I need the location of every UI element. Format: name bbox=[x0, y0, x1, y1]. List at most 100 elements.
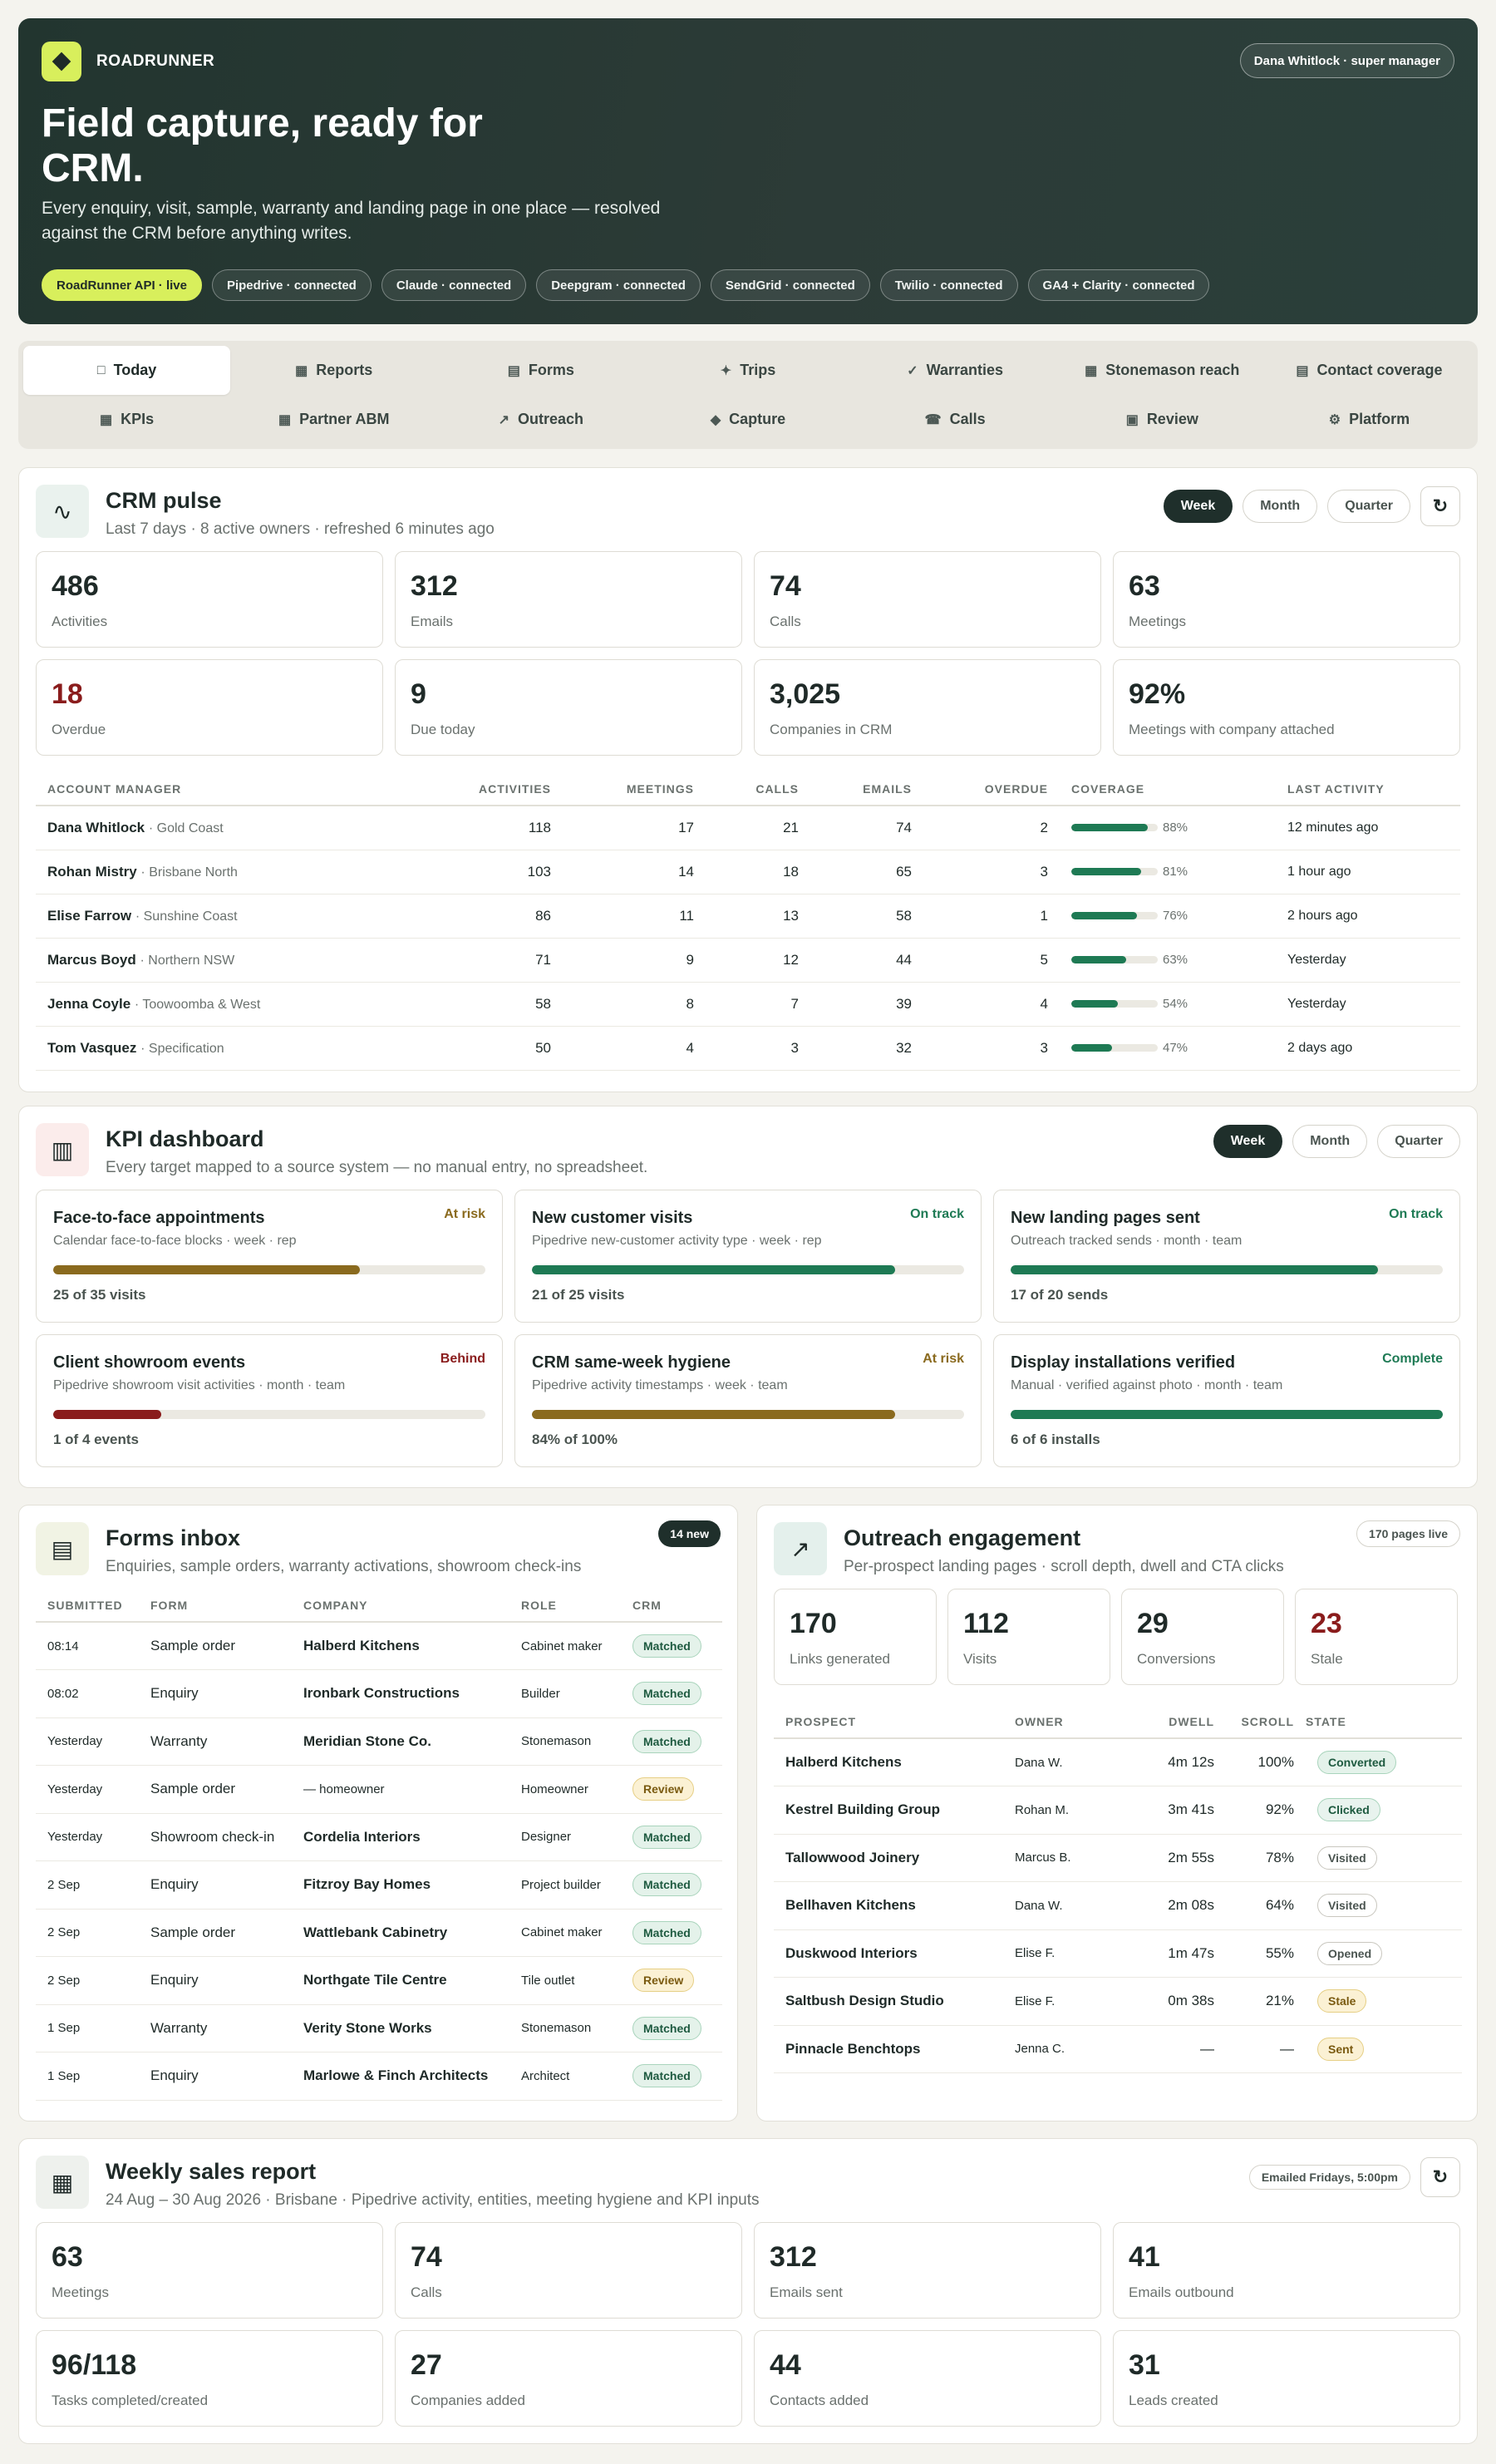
kpi-card[interactable]: Face-to-face appointments Calendar face-t… bbox=[36, 1190, 503, 1323]
stat-tile[interactable]: 96/118 Tasks completed/created bbox=[36, 2330, 383, 2427]
kpi-card[interactable]: CRM same-week hygiene Pipedrive activity … bbox=[514, 1334, 982, 1467]
tab-platform[interactable]: ⚙ Platform bbox=[1266, 395, 1473, 444]
crm-status-badge[interactable]: Matched bbox=[632, 2016, 701, 2040]
tab-capture[interactable]: ◆ Capture bbox=[644, 395, 851, 444]
stat-tile[interactable]: 9 Due today bbox=[395, 659, 742, 756]
crm-status-badge[interactable]: Matched bbox=[632, 2064, 701, 2088]
state-badge[interactable]: Visited bbox=[1317, 1894, 1377, 1918]
tab-kpis[interactable]: ▦ KPIs bbox=[23, 395, 230, 444]
integration-pill[interactable]: SendGrid · connected bbox=[710, 269, 870, 301]
crm-status-badge[interactable]: Matched bbox=[632, 1729, 701, 1753]
period-month-button[interactable]: Month bbox=[1243, 490, 1318, 523]
table-row[interactable]: Saltbush Design Studio Elise F. 0m 38s 21% S… bbox=[774, 1977, 1462, 2026]
stat-tile[interactable]: 92% Meetings with company attached bbox=[1113, 659, 1460, 756]
table-row[interactable]: Duskwood Interiors Elise F. 1m 47s 55% Opene… bbox=[774, 1929, 1462, 1978]
table-row[interactable]: 1 Sep Warranty Verity Stone Works Stonemaso… bbox=[36, 2004, 722, 2053]
table-row[interactable]: 2 Sep Enquiry Northgate Tile Centre Tile ou… bbox=[36, 1956, 722, 2005]
stat-tile[interactable]: 27 Companies added bbox=[395, 2330, 742, 2427]
period-quarter-button[interactable]: Quarter bbox=[1377, 1125, 1460, 1158]
table-row[interactable]: Yesterday Sample order — homeowner Homeowne… bbox=[36, 1765, 722, 1814]
integration-pill[interactable]: RoadRunner API · live bbox=[42, 269, 202, 301]
period-month-button[interactable]: Month bbox=[1292, 1125, 1368, 1158]
crm-status-badge[interactable]: Review bbox=[632, 1777, 695, 1801]
stat-tile[interactable]: 31 Leads created bbox=[1113, 2330, 1460, 2427]
tab-stonemason-reach[interactable]: ▦ Stonemason reach bbox=[1059, 346, 1266, 395]
table-row[interactable]: Elise Farrow · Sunshine Coast 86 11 13 58 1 76… bbox=[36, 894, 1460, 939]
integration-pill[interactable]: Claude · connected bbox=[381, 269, 527, 301]
crm-status-badge[interactable]: Matched bbox=[632, 1682, 701, 1706]
tab-outreach[interactable]: ↗ Outreach bbox=[437, 395, 644, 444]
stat-label: Emails sent bbox=[770, 2284, 843, 2300]
kpi-card[interactable]: New customer visits Pipedrive new-custome… bbox=[514, 1190, 982, 1323]
table-row[interactable]: 08:14 Sample order Halberd Kitchens Cabinet… bbox=[36, 1622, 722, 1670]
table-row[interactable]: Yesterday Showroom check-in Cordelia Inter… bbox=[36, 1813, 722, 1861]
tab-partner-abm[interactable]: ▦ Partner ABM bbox=[230, 395, 437, 444]
tab-forms[interactable]: ▤ Forms bbox=[437, 346, 644, 395]
stat-tile[interactable]: 41 Emails outbound bbox=[1113, 2222, 1460, 2319]
table-row[interactable]: Jenna Coyle · Toowoomba & West 58 8 7 39 4 54%… bbox=[36, 982, 1460, 1027]
table-row[interactable]: Dana Whitlock · Gold Coast 118 17 21 74 2 88% 1… bbox=[36, 806, 1460, 850]
table-row[interactable]: Halberd Kitchens Dana W. 4m 12s 100% Convert… bbox=[774, 1738, 1462, 1786]
table-row[interactable]: Tallowwood Joinery Marcus B. 2m 55s 78% Visi… bbox=[774, 1834, 1462, 1882]
state-badge[interactable]: Opened bbox=[1317, 1941, 1383, 1965]
stat-tile[interactable]: 74 Calls bbox=[395, 2222, 742, 2319]
table-row[interactable]: 1 Sep Enquiry Marlowe & Finch Architects Ar… bbox=[36, 2052, 722, 2101]
table-row[interactable]: Tom Vasquez · Specification 50 4 3 32 3 47% 2 d… bbox=[36, 1026, 1460, 1071]
tab-calls[interactable]: ☎ Calls bbox=[852, 395, 1059, 444]
integration-pill[interactable]: GA4 + Clarity · connected bbox=[1027, 269, 1210, 301]
table-row[interactable]: Marcus Boyd · Northern NSW 71 9 12 44 5 63% Yes… bbox=[36, 938, 1460, 983]
refresh-icon[interactable]: ↻ bbox=[1420, 486, 1460, 526]
table-row[interactable]: Pinnacle Benchtops Jenna C. — — Sent bbox=[774, 2025, 1462, 2073]
coverage-meter: 88% bbox=[1071, 821, 1264, 835]
stat-tile[interactable]: 18 Overdue bbox=[36, 659, 383, 756]
period-quarter-button[interactable]: Quarter bbox=[1327, 490, 1410, 523]
crm-status-badge[interactable]: Matched bbox=[632, 1634, 701, 1658]
table-row[interactable]: 2 Sep Sample order Wattlebank Cabinetry Cab… bbox=[36, 1909, 722, 1957]
stat-tile[interactable]: 486 Activities bbox=[36, 551, 383, 648]
crm-status-badge[interactable]: Matched bbox=[632, 1873, 701, 1897]
card-subtitle: Last 7 days · 8 active owners · refreshe… bbox=[106, 520, 495, 538]
state-badge[interactable]: Sent bbox=[1317, 2037, 1365, 2061]
stat-tile[interactable]: 3,025 Companies in CRM bbox=[754, 659, 1101, 756]
kpi-card[interactable]: New landing pages sent Outreach tracked s… bbox=[993, 1190, 1460, 1323]
table-row[interactable]: 2 Sep Enquiry Fitzroy Bay Homes Project bui… bbox=[36, 1860, 722, 1910]
table-row[interactable]: Yesterday Warranty Meridian Stone Co. Stone… bbox=[36, 1717, 722, 1766]
integration-pill[interactable]: Pipedrive · connected bbox=[211, 269, 372, 301]
tab-today[interactable]: □ Today bbox=[23, 346, 231, 395]
stat-tile[interactable]: 112 Visits bbox=[947, 1589, 1110, 1685]
tab-reports[interactable]: ▦ Reports bbox=[230, 346, 437, 395]
user-menu-button[interactable]: Dana Whitlock · super manager bbox=[1239, 43, 1454, 78]
integration-pill[interactable]: Deepgram · connected bbox=[536, 269, 701, 301]
stat-tile[interactable]: 63 Meetings bbox=[1113, 551, 1460, 648]
stat-tile[interactable]: 29 Conversions bbox=[1121, 1589, 1284, 1685]
refresh-icon[interactable]: ↻ bbox=[1420, 2157, 1460, 2197]
tab-warranties[interactable]: ✓ Warranties bbox=[852, 346, 1059, 395]
period-week-button[interactable]: Week bbox=[1213, 1125, 1283, 1158]
table-row[interactable]: Kestrel Building Group Rohan M. 3m 41s 92% C… bbox=[774, 1786, 1462, 1835]
stat-tile[interactable]: 312 Emails bbox=[395, 551, 742, 648]
stat-tile[interactable]: 44 Contacts added bbox=[754, 2330, 1101, 2427]
stat-tile[interactable]: 63 Meetings bbox=[36, 2222, 383, 2319]
table-row[interactable]: Bellhaven Kitchens Dana W. 2m 08s 64% Visite… bbox=[774, 1881, 1462, 1930]
stat-tile[interactable]: 74 Calls bbox=[754, 551, 1101, 648]
tab-contact-coverage[interactable]: ▤ Contact coverage bbox=[1266, 346, 1473, 395]
state-badge[interactable]: Converted bbox=[1317, 1751, 1397, 1774]
period-week-button[interactable]: Week bbox=[1163, 490, 1233, 523]
kpi-card[interactable]: Display installations verified Manual · v… bbox=[993, 1334, 1460, 1467]
state-badge[interactable]: Clicked bbox=[1317, 1798, 1380, 1822]
stat-tile[interactable]: 312 Emails sent bbox=[754, 2222, 1101, 2319]
crm-status-badge[interactable]: Review bbox=[632, 1969, 695, 1993]
stat-tile[interactable]: 170 Links generated bbox=[774, 1589, 937, 1685]
kpi-card[interactable]: Client showroom events Pipedrive showroom… bbox=[36, 1334, 503, 1467]
table-row[interactable]: Rohan Mistry · Brisbane North 103 14 18 65 3 8… bbox=[36, 850, 1460, 894]
crm-status-badge[interactable]: Matched bbox=[632, 1825, 701, 1849]
integration-pill[interactable]: Twilio · connected bbox=[879, 269, 1018, 301]
tab-review[interactable]: ▣ Review bbox=[1059, 395, 1266, 444]
table-row[interactable]: 08:02 Enquiry Ironbark Constructions Builde… bbox=[36, 1669, 722, 1718]
brand[interactable]: ROADRUNNER bbox=[42, 42, 214, 81]
tab-trips[interactable]: ✦ Trips bbox=[644, 346, 851, 395]
state-badge[interactable]: Visited bbox=[1317, 1846, 1377, 1870]
state-badge[interactable]: Stale bbox=[1317, 1989, 1367, 2013]
crm-status-badge[interactable]: Matched bbox=[632, 1920, 701, 1944]
stat-tile[interactable]: 23 Stale bbox=[1295, 1589, 1458, 1685]
